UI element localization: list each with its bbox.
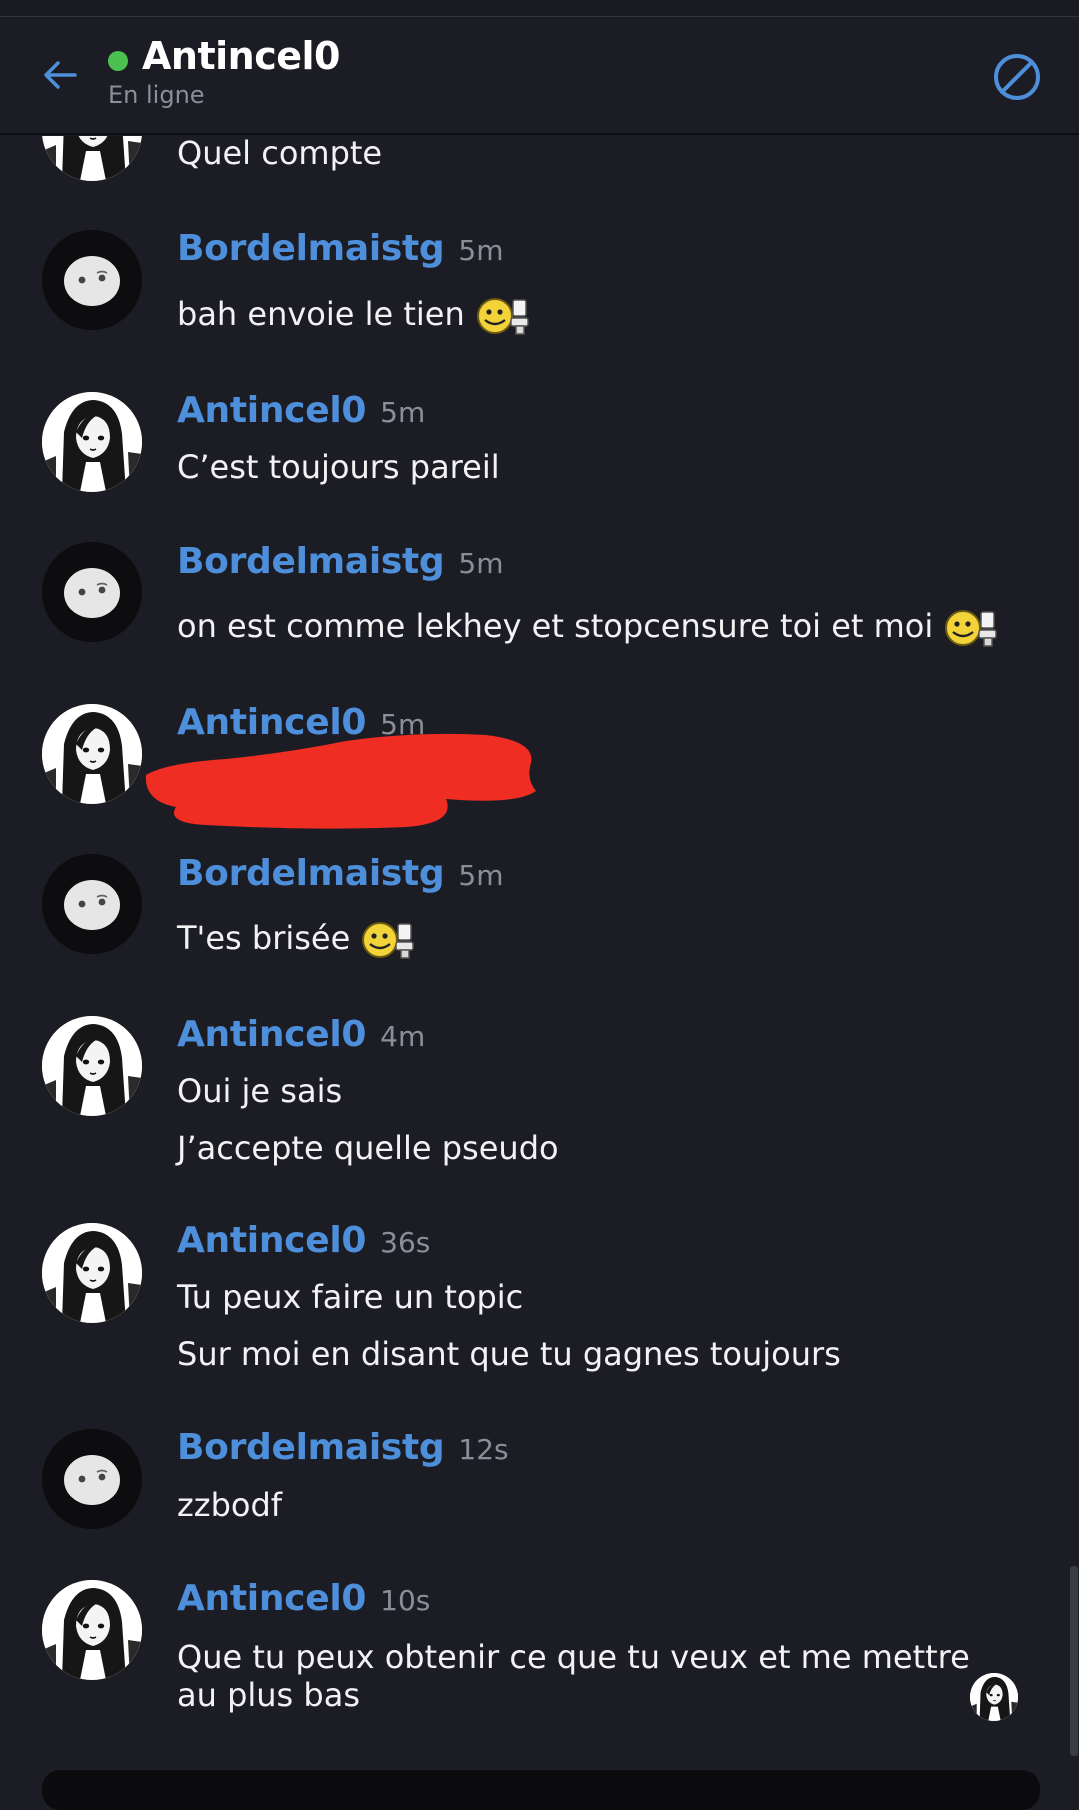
chat-header: Antincel0 En ligne [0, 17, 1079, 135]
message-text: Que tu peux obtenir ce que tu veux et me… [177, 1638, 970, 1714]
user-avatar[interactable] [42, 392, 142, 492]
message-time: 5m [458, 859, 504, 892]
message-text: T'es brisée [177, 918, 420, 962]
message-text: Tu peux faire un topic [177, 1278, 524, 1316]
block-button[interactable] [990, 50, 1044, 104]
block-icon [994, 54, 1040, 100]
message-time: 5m [380, 396, 426, 429]
message-time: 12s [458, 1433, 509, 1466]
sticker-smiley-toilet-icon [473, 294, 535, 338]
message-text: zzbodf [177, 1486, 283, 1524]
user-avatar[interactable] [42, 542, 142, 642]
user-avatar[interactable] [42, 704, 142, 804]
read-receipt-avatar [970, 1673, 1018, 1721]
username[interactable]: Bordelmaistg 5m [177, 228, 504, 269]
back-button[interactable] [38, 53, 82, 97]
status-bar-strip [0, 0, 1079, 17]
message-time: 5m [458, 234, 504, 267]
sticker-smiley-toilet-icon [941, 606, 1003, 650]
message-text: Oui je sais [177, 1072, 343, 1110]
scrollbar[interactable] [1070, 1566, 1078, 1756]
redaction-scribble [145, 733, 536, 829]
message-time: 36s [380, 1226, 431, 1259]
user-avatar[interactable] [42, 1580, 142, 1680]
message-list[interactable]: Quel compte Bordelmaistg 5m bah envoie le… [0, 136, 1079, 1790]
username[interactable]: Antincel0 5m [177, 390, 425, 431]
message-text: on est comme lekhey et stopcensure toi e… [177, 606, 1003, 650]
message-text: C’est toujours pareil [177, 448, 500, 486]
message-text: Sur moi en disant que tu gagnes toujours [177, 1335, 841, 1373]
arrow-left-icon [44, 61, 77, 89]
message-text: Quel compte [177, 136, 383, 172]
message-text: J’accepte quelle pseudo [177, 1129, 559, 1167]
message-time: 10s [380, 1584, 431, 1617]
user-avatar[interactable] [42, 1223, 142, 1323]
user-avatar[interactable] [42, 230, 142, 330]
username[interactable]: Antincel0 10s [177, 1578, 430, 1619]
online-indicator [108, 51, 128, 71]
username[interactable]: Antincel0 4m [177, 1014, 425, 1055]
message-time: 5m [458, 547, 504, 580]
username[interactable]: Bordelmaistg 5m [177, 541, 504, 582]
chat-status: En ligne [108, 81, 205, 109]
user-avatar[interactable] [42, 854, 142, 954]
username[interactable]: Antincel0 36s [177, 1220, 430, 1261]
username[interactable]: Bordelmaistg 5m [177, 853, 504, 894]
user-avatar[interactable] [42, 136, 142, 181]
username[interactable]: Bordelmaistg 12s [177, 1427, 509, 1468]
sticker-smiley-toilet-icon [358, 918, 420, 962]
message-time: 4m [380, 1020, 426, 1053]
user-avatar[interactable] [42, 1429, 142, 1529]
message-text: bah envoie le tien [177, 294, 535, 338]
user-avatar[interactable] [42, 1016, 142, 1116]
chat-title: Antincel0 [142, 34, 340, 78]
message-composer[interactable] [42, 1770, 1040, 1810]
